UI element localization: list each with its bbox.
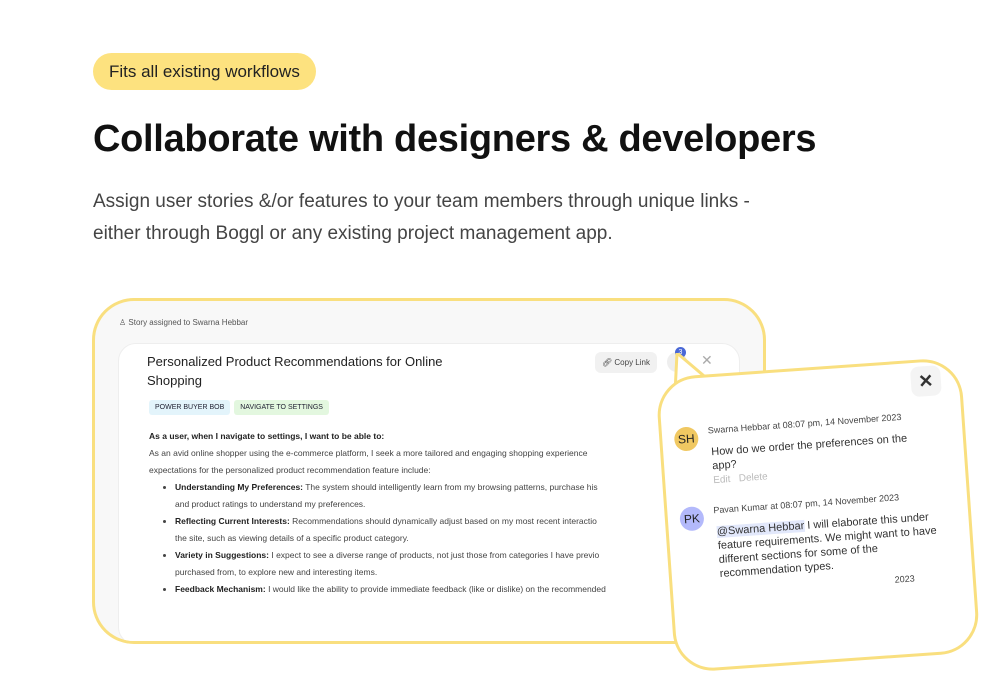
comment: SH Swarna Hebbar at 08:07 pm, 14 Novembe…	[673, 409, 943, 486]
avatar: SH	[673, 426, 700, 452]
avatar: PK	[679, 505, 705, 532]
edit-button[interactable]: Edit	[713, 474, 731, 486]
close-comments-button[interactable]: ✕	[909, 365, 942, 398]
copy-link-button[interactable]: 🔗︎ Copy Link	[595, 352, 657, 373]
story-card: Personalized Product Recommendations for…	[118, 343, 740, 641]
comments-popup: ✕ SH Swarna Hebbar at 08:07 pm, 14 Novem…	[655, 356, 981, 673]
story-description: As a user, when I navigate to settings, …	[149, 428, 749, 598]
list-item: Feedback Mechanism: I would like the abi…	[175, 581, 749, 598]
user-icon: ♙	[119, 318, 129, 327]
page-subtitle: Assign user stories &/or features to you…	[93, 191, 750, 244]
link-icon: 🔗︎	[602, 358, 615, 367]
page-title: Collaborate with designers & developers	[93, 118, 817, 160]
comment: PK Pavan Kumar at 08:07 pm, 14 November …	[679, 489, 948, 580]
assigned-label: ♙ Story assigned to Swarna Hebbar	[119, 318, 249, 327]
story-title: Personalized Product Recommendations for…	[147, 354, 443, 388]
list-item: Reflecting Current Interests: Recommenda…	[175, 513, 749, 547]
list-item: Variety in Suggestions: I expect to see …	[175, 547, 749, 581]
feature-badge: Fits all existing workflows	[93, 53, 316, 90]
tag-persona[interactable]: POWER BUYER BOB	[149, 400, 231, 415]
tag-flow[interactable]: NAVIGATE TO SETTINGS	[234, 400, 329, 415]
delete-button[interactable]: Delete	[738, 471, 768, 484]
